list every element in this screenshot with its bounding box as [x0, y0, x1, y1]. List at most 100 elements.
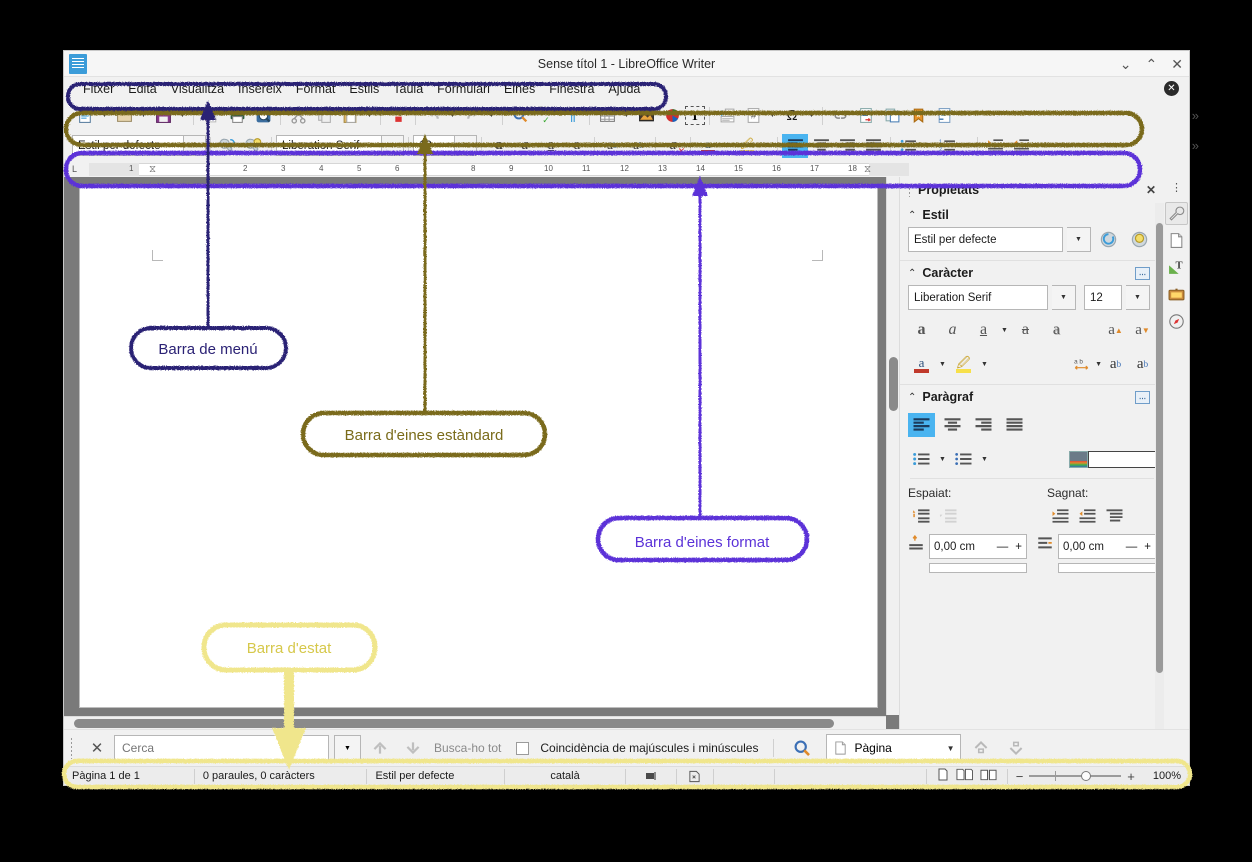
- align-justified-icon[interactable]: [860, 134, 886, 158]
- subscript-icon[interactable]: ab: [1129, 352, 1156, 376]
- paragraph-background-color-field[interactable]: [1088, 450, 1156, 468]
- sidebar-section-paragraph-header[interactable]: ⌃ Paràgraf ⋯: [900, 385, 1164, 407]
- spacing-above-spinner[interactable]: 0,00 cm — +: [929, 534, 1027, 559]
- status-page-number[interactable]: Pàgina 1 de 1: [64, 768, 195, 784]
- status-selection-mode[interactable]: [677, 768, 714, 784]
- menu-item-formulari[interactable]: Formulari: [430, 80, 497, 98]
- zoom-out-icon[interactable]: −: [1016, 769, 1024, 784]
- menu-item-insereix[interactable]: Insereix: [231, 80, 289, 98]
- strikethrough-icon[interactable]: a: [564, 134, 590, 158]
- paste-icon[interactable]: [337, 104, 363, 128]
- find-replace-icon[interactable]: [507, 104, 533, 128]
- decrease-font-size-icon[interactable]: a ▼: [1129, 318, 1156, 342]
- find-toolbar-grip-icon[interactable]: [70, 737, 74, 759]
- font-color-icon[interactable]: a: [908, 352, 935, 376]
- font-size-dropdown-icon[interactable]: ▼: [455, 135, 477, 156]
- status-zoom-level[interactable]: 100%: [1143, 769, 1189, 784]
- vertical-scrollbar[interactable]: [886, 177, 899, 715]
- insert-footnote-icon[interactable]: [853, 104, 879, 128]
- align-left-icon[interactable]: [782, 133, 808, 158]
- insert-field-dropdown-icon[interactable]: ▼: [766, 104, 779, 128]
- format-toolbar-overflow-icon[interactable]: »: [1192, 138, 1199, 153]
- insert-image-icon[interactable]: [633, 104, 659, 128]
- sidebar-font-size-combo[interactable]: 12: [1084, 285, 1122, 310]
- character-spacing-dropdown-icon[interactable]: ▼: [1095, 361, 1102, 368]
- highlight-color-icon[interactable]: 🖉: [734, 134, 760, 158]
- zoom-track[interactable]: [1029, 771, 1122, 781]
- print-icon[interactable]: [224, 104, 250, 128]
- multi-page-view-icon[interactable]: [956, 768, 973, 784]
- save-document-icon[interactable]: [150, 104, 176, 128]
- redo-icon[interactable]: [459, 104, 485, 128]
- formatting-marks-icon[interactable]: ¶: [559, 104, 585, 128]
- search-input[interactable]: [114, 735, 329, 761]
- italic-icon[interactable]: a: [512, 134, 538, 158]
- paragraph-style-combo[interactable]: Estil per defecte: [72, 135, 184, 156]
- menu-item-finestra[interactable]: Finestra: [542, 80, 601, 98]
- status-page-style[interactable]: Estil per defecte: [367, 768, 506, 784]
- menu-item-format[interactable]: Format: [289, 80, 343, 98]
- menu-item-taula[interactable]: Taula: [386, 80, 430, 98]
- find-all-button[interactable]: Busca-ho tot: [434, 741, 501, 755]
- sidebar-font-name-dropdown-icon[interactable]: ▼: [1052, 285, 1076, 310]
- menu-item-estils[interactable]: Estils: [342, 80, 386, 98]
- spacing-above-plus[interactable]: +: [1015, 541, 1022, 553]
- document-page[interactable]: [80, 185, 877, 707]
- maximize-icon[interactable]: ⌃: [1146, 57, 1158, 71]
- update-style-icon[interactable]: [215, 134, 241, 158]
- paragraph-background-color-icon[interactable]: [1069, 450, 1088, 468]
- insert-field-icon[interactable]: #: [740, 104, 766, 128]
- sidebar-tab-page[interactable]: [1165, 229, 1188, 252]
- italic-icon[interactable]: a: [939, 318, 966, 342]
- status-word-count[interactable]: 0 paraules, 0 caràcters: [195, 768, 368, 784]
- insert-table-icon[interactable]: [594, 104, 620, 128]
- align-right-icon[interactable]: [834, 134, 860, 158]
- update-selected-style-icon[interactable]: [1095, 228, 1122, 252]
- tab-stop-selector-icon[interactable]: L: [72, 164, 77, 174]
- indent-before-plus[interactable]: +: [1144, 541, 1151, 553]
- increase-paragraph-spacing-icon[interactable]: [908, 504, 935, 528]
- status-insert-mode[interactable]: [626, 768, 677, 784]
- clear-formatting-icon[interactable]: a ✕: [660, 134, 686, 158]
- sidebar-font-size-dropdown-icon[interactable]: ▼: [1126, 285, 1150, 310]
- ordered-list-icon[interactable]: [950, 447, 977, 471]
- sidebar-section-character-header[interactable]: ⌃ Caràcter ⋯: [900, 261, 1164, 283]
- navigate-by-combo[interactable]: Pàgina ▼: [826, 734, 962, 762]
- page-break-icon[interactable]: [714, 104, 740, 128]
- horizontal-scrollbar[interactable]: [64, 716, 886, 729]
- paste-dropdown-icon[interactable]: ▼: [363, 104, 376, 128]
- find-previous-icon[interactable]: [366, 739, 394, 757]
- book-view-icon[interactable]: [980, 768, 997, 784]
- insert-bookmark-icon[interactable]: [905, 104, 931, 128]
- increase-font-size-icon[interactable]: a ▲: [1102, 318, 1129, 342]
- ordered-list-dropdown-icon[interactable]: ▼: [981, 456, 988, 463]
- find-next-icon[interactable]: [399, 739, 427, 757]
- navigate-by-dropdown-icon[interactable]: ▼: [947, 744, 955, 753]
- close-document-icon[interactable]: ✕: [1164, 81, 1179, 96]
- paragraph-dialog-icon[interactable]: ⋯: [1135, 390, 1150, 404]
- right-indent-marker-icon[interactable]: ⧖: [864, 164, 871, 175]
- horizontal-scrollbar-thumb[interactable]: [74, 719, 834, 728]
- superscript-icon[interactable]: ab: [599, 134, 625, 158]
- strikethrough-icon[interactable]: a: [1012, 318, 1039, 342]
- sidebar-tab-properties[interactable]: [1165, 202, 1188, 225]
- horizontal-ruler[interactable]: 1 1 2 3 4 5 6 8 9 10 11 12 13 14 15 16 1…: [89, 162, 1181, 176]
- sidebar-settings-menu-icon[interactable]: ⋮: [1171, 181, 1182, 198]
- font-color-icon[interactable]: a: [695, 134, 721, 158]
- single-page-view-icon[interactable]: [937, 768, 949, 784]
- hanging-indent-icon[interactable]: [1101, 504, 1128, 528]
- font-name-dropdown-icon[interactable]: ▼: [382, 135, 404, 156]
- sidebar-tab-gallery[interactable]: [1165, 283, 1188, 306]
- sidebar-close-icon[interactable]: ✕: [1146, 183, 1156, 197]
- align-justified-icon[interactable]: [1001, 413, 1028, 437]
- insert-table-dropdown-icon[interactable]: ▼: [620, 104, 633, 128]
- spacing-below-spinner[interactable]: [929, 563, 1027, 573]
- decrease-indent-icon[interactable]: [1074, 504, 1101, 528]
- undo-dropdown-icon[interactable]: ▼: [446, 104, 459, 128]
- shadow-icon[interactable]: a: [1043, 318, 1070, 342]
- spacing-above-minus[interactable]: —: [997, 541, 1009, 553]
- redo-dropdown-icon[interactable]: ▼: [485, 104, 498, 128]
- next-page-icon[interactable]: [1001, 739, 1031, 757]
- new-document-dropdown-icon[interactable]: ▼: [98, 104, 111, 128]
- menu-item-visualitza[interactable]: Visualitza: [164, 80, 231, 98]
